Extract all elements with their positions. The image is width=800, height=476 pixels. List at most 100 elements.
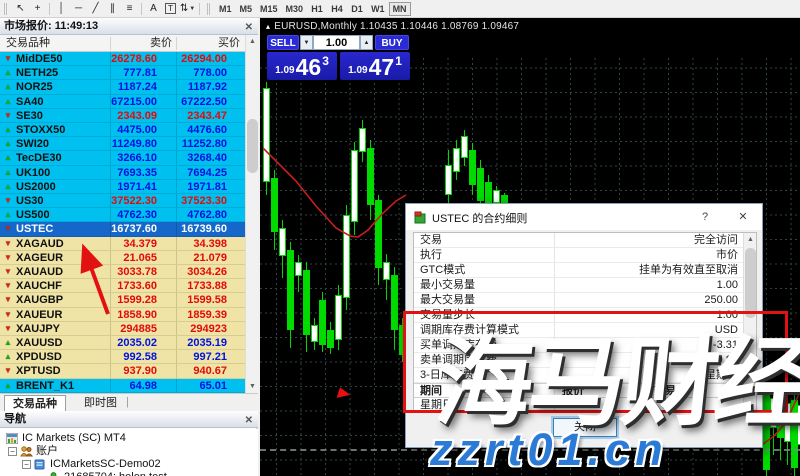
toolbar-grip-2[interactable]: [207, 3, 212, 15]
timeframe-m5-button[interactable]: M5: [236, 2, 257, 16]
top-toolbar: ↖+ │─╱∥≡ AT⇅▼ M1M5M15M30H1H4D1W1MN: [0, 0, 800, 18]
navigator-item[interactable]: −ICMarketsSC-Demo02: [0, 458, 258, 471]
spec-value: 市价: [716, 248, 738, 263]
market-watch-row[interactable]: ▼XAGEUR21.06521.079: [0, 251, 245, 265]
market-watch-row[interactable]: ▼XAUAUD3033.783034.26: [0, 265, 245, 279]
navigator-item[interactable]: 21685704: helen test: [0, 471, 258, 476]
market-watch-row[interactable]: ▼US3037522.3037523.30: [0, 194, 245, 208]
bid-price: 7693.35: [117, 166, 157, 180]
market-watch-row[interactable]: ▲NETH25777.81778.00: [0, 66, 245, 80]
timeframe-mn-button[interactable]: MN: [389, 2, 411, 16]
crosshair-icon[interactable]: +: [29, 1, 46, 16]
spec-row: 执行市价: [414, 248, 744, 263]
market-watch-row[interactable]: ▼XAUGBP1599.281599.58: [0, 293, 245, 307]
market-watch-row[interactable]: ▼XPTUSD937.90940.67: [0, 364, 245, 378]
market-watch-close-icon[interactable]: ✕: [245, 19, 253, 36]
timeframe-w1-button[interactable]: W1: [367, 2, 389, 16]
tab-tick-chart[interactable]: 即时图: [76, 395, 125, 411]
vertical-line-icon[interactable]: │: [53, 1, 70, 16]
symbol-name: STOXX50: [16, 123, 65, 137]
scrollbar-thumb[interactable]: [745, 248, 756, 318]
market-watch-row[interactable]: ▲US5004762.304762.80: [0, 208, 245, 222]
buy-price-panel[interactable]: 1.09 47 1: [340, 52, 410, 80]
ask-price: 1599.58: [187, 293, 227, 307]
ask-price: 1187.92: [188, 80, 227, 94]
market-watch-row[interactable]: ▼USTEC16737.6016739.60: [0, 222, 245, 236]
market-watch-row[interactable]: ▼XAUEUR1858.901859.39: [0, 308, 245, 322]
dialog-titlebar[interactable]: USTEC 的合约细则 ? ✕: [406, 204, 762, 230]
market-watch-row[interactable]: ▲XAUUSD2035.022035.19: [0, 336, 245, 350]
column-ask[interactable]: 买价: [218, 35, 240, 52]
timeframe-m30-button[interactable]: M30: [282, 2, 308, 16]
horizontal-line-icon[interactable]: ─: [70, 1, 87, 16]
market-watch-row[interactable]: ▼XAUJPY294885294923: [0, 322, 245, 336]
trendline-icon[interactable]: ╱: [87, 1, 104, 16]
text-label-icon[interactable]: T: [162, 1, 179, 16]
scroll-up-icon[interactable]: ▲: [246, 35, 259, 48]
market-watch-scrollbar[interactable]: ▲ ▼: [245, 35, 258, 393]
chart-ohlc: 1.10435 1.10446 1.08769 1.09467: [360, 21, 519, 32]
timeframe-h4-button[interactable]: H4: [327, 2, 347, 16]
tree-collapse-icon[interactable]: −: [8, 447, 17, 456]
sell-button[interactable]: SELL: [267, 35, 299, 50]
volume-increase-button[interactable]: ▲: [360, 35, 373, 50]
down-arrow-icon: ▼: [4, 323, 12, 335]
market-watch-row[interactable]: ▲TecDE303266.103268.40: [0, 151, 245, 165]
navigator-close-icon[interactable]: ✕: [245, 412, 253, 429]
down-arrow-icon: ▼: [4, 252, 12, 264]
market-watch-row[interactable]: ▲UK1007693.357694.25: [0, 166, 245, 180]
sell-price-panel[interactable]: 1.09 46 3: [267, 52, 337, 80]
column-symbol[interactable]: 交易品种: [6, 35, 50, 52]
volume-decrease-button[interactable]: ▼: [300, 35, 313, 50]
spec-row: 最大交易量250.00: [414, 293, 744, 308]
market-watch-row[interactable]: ▲SWI2011249.8011252.80: [0, 137, 245, 151]
scroll-up-icon[interactable]: ▲: [744, 233, 757, 246]
dialog-help-button[interactable]: ?: [694, 208, 716, 226]
tab-symbols[interactable]: 交易品种: [4, 395, 66, 411]
chart-symbol-period: EURUSD,Monthly: [274, 21, 357, 32]
market-watch-row[interactable]: ▲SA4067215.0067222.50: [0, 95, 245, 109]
timeframe-m1-button[interactable]: M1: [215, 2, 236, 16]
market-watch-row[interactable]: ▲US20001971.411971.81: [0, 180, 245, 194]
text-icon[interactable]: A: [145, 1, 162, 16]
column-bid[interactable]: 卖价: [150, 35, 172, 52]
symbol-name: NETH25: [16, 66, 58, 80]
cursor-icon[interactable]: ↖: [12, 1, 29, 16]
market-watch-row[interactable]: ▼MidDE5026278.6026294.00: [0, 52, 245, 66]
symbol-name: USTEC: [16, 222, 53, 236]
market-watch-row[interactable]: ▲NOR251187.241187.92: [0, 80, 245, 94]
tree-collapse-icon[interactable]: −: [22, 460, 31, 469]
market-watch-row[interactable]: ▲XPDUSD992.58997.21: [0, 350, 245, 364]
volume-input[interactable]: 1.00: [313, 35, 360, 50]
market-watch-row[interactable]: ▼SE302343.092343.47: [0, 109, 245, 123]
dialog-close-button[interactable]: ✕: [732, 208, 754, 226]
market-watch-row[interactable]: ▼XAGAUD34.37934.398: [0, 237, 245, 251]
symbol-name: UK100: [16, 166, 50, 180]
market-watch-row[interactable]: ▲BRENT_K164.9865.01: [0, 379, 245, 393]
arrows-icon[interactable]: ⇅▼: [179, 1, 196, 16]
market-watch-title: 市场报价: 11:49:13: [4, 20, 98, 32]
symbol-name: XAGEUR: [16, 251, 63, 265]
timeframe-h1-button[interactable]: H1: [307, 2, 327, 16]
equidistant-channel-icon[interactable]: ∥: [104, 1, 121, 16]
bid-price: 1858.90: [117, 308, 157, 322]
market-watch-row[interactable]: ▲STOXX504475.004476.60: [0, 123, 245, 137]
buy-price-prefix: 1.09: [348, 65, 367, 76]
navigator-item[interactable]: IC Markets (SC) MT4: [0, 432, 258, 445]
timeframe-d1-button[interactable]: D1: [347, 2, 367, 16]
buy-button[interactable]: BUY: [375, 35, 409, 50]
bid-price: 1971.41: [117, 180, 157, 194]
toolbar-grip[interactable]: [4, 3, 9, 15]
ask-price: 21.079: [193, 251, 227, 265]
spec-row: 交易完全访问: [414, 233, 744, 248]
chart-window-icon[interactable]: ▴: [266, 22, 270, 31]
ask-price: 1733.88: [187, 279, 227, 293]
fibonacci-icon[interactable]: ≡: [121, 1, 138, 16]
bid-price: 16737.60: [111, 222, 157, 236]
scrollbar-thumb[interactable]: [247, 119, 258, 173]
scroll-down-icon[interactable]: ▼: [246, 380, 259, 393]
navigator-item[interactable]: −账户: [0, 445, 258, 458]
left-panel: 市场报价: 11:49:13 ✕ 交易品种 卖价 买价 ▼MidDE502627…: [0, 18, 258, 476]
timeframe-m15-button[interactable]: M15: [256, 2, 282, 16]
market-watch-row[interactable]: ▼XAUCHF1733.601733.88: [0, 279, 245, 293]
